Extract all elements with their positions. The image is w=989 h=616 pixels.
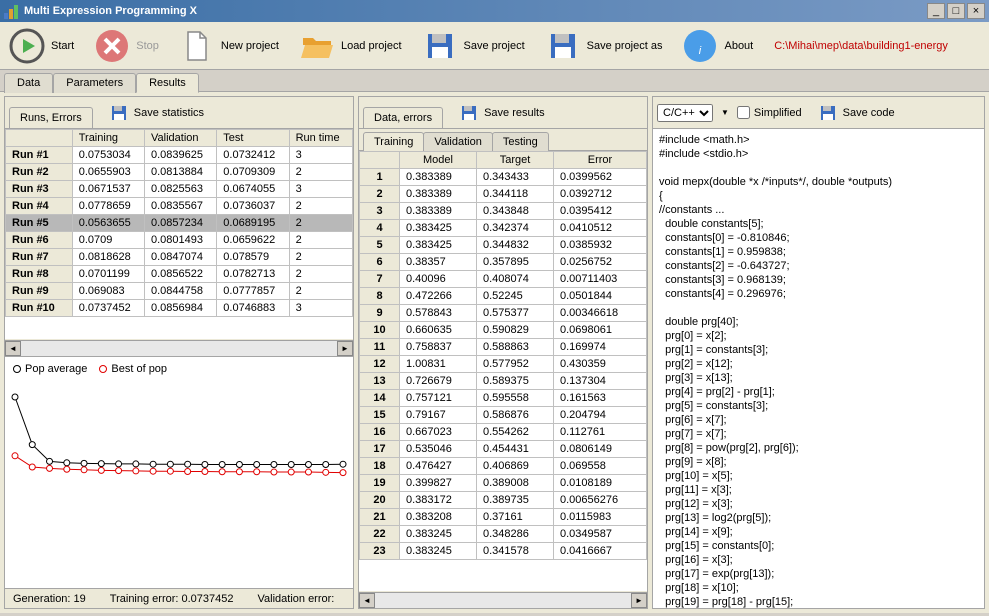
minimize-button[interactable]: _ bbox=[927, 3, 945, 19]
status-bar: Generation: 19 Training error: 0.0737452… bbox=[5, 588, 353, 608]
table-row[interactable]: 70.400960.4080740.00711403 bbox=[360, 271, 647, 288]
table-row[interactable]: 200.3831720.3897350.00656276 bbox=[360, 492, 647, 509]
table-row[interactable]: Run #50.05636550.08572340.06891952 bbox=[6, 215, 353, 232]
table-row[interactable]: 130.7266790.5893750.137304 bbox=[360, 373, 647, 390]
about-button[interactable]: i About bbox=[677, 25, 766, 67]
maximize-button[interactable]: □ bbox=[947, 3, 965, 19]
chart-area: Pop average Best of pop bbox=[5, 356, 353, 588]
table-row[interactable]: 220.3832450.3482860.0349587 bbox=[360, 526, 647, 543]
tab-results[interactable]: Results bbox=[136, 73, 199, 93]
language-select[interactable]: C/C++ bbox=[657, 104, 713, 122]
save-code-button[interactable]: Save code bbox=[808, 100, 906, 126]
table-row[interactable]: 180.4764270.4068690.069558 bbox=[360, 458, 647, 475]
new-project-button[interactable]: New project bbox=[174, 25, 292, 67]
pane-data-errors: Data, errors Save results Training Valid… bbox=[358, 96, 648, 609]
dropdown-icon[interactable]: ▼ bbox=[719, 108, 731, 117]
stop-button[interactable]: Stop bbox=[89, 25, 172, 67]
subtab-training[interactable]: Training bbox=[363, 132, 424, 151]
stop-icon bbox=[94, 28, 130, 64]
main-tabs: Data Parameters Results bbox=[0, 70, 989, 92]
folder-open-icon bbox=[299, 28, 335, 64]
floppy-small-icon bbox=[460, 104, 478, 122]
table-row[interactable]: Run #40.07786590.08355670.07360372 bbox=[6, 198, 353, 215]
table-row[interactable]: Run #60.07090.08014930.06596222 bbox=[6, 232, 353, 249]
floppy-as-icon bbox=[545, 28, 581, 64]
table-row[interactable]: 60.383570.3578950.0256752 bbox=[360, 254, 647, 271]
table-row[interactable]: Run #30.06715370.08255630.06740553 bbox=[6, 181, 353, 198]
load-project-button[interactable]: Load project bbox=[294, 25, 415, 67]
table-row[interactable]: 20.3833890.3441180.0392712 bbox=[360, 186, 647, 203]
data-errors-tab[interactable]: Data, errors bbox=[363, 107, 443, 128]
table-row[interactable]: 121.008310.5779520.430359 bbox=[360, 356, 647, 373]
close-button[interactable]: × bbox=[967, 3, 985, 19]
save-project-button[interactable]: Save project bbox=[417, 25, 538, 67]
table-row[interactable]: Run #80.07011990.08565220.07827132 bbox=[6, 266, 353, 283]
scroll-left-icon[interactable]: ◄ bbox=[359, 593, 375, 608]
save-project-as-button[interactable]: Save project as bbox=[540, 25, 676, 67]
table-row[interactable]: 50.3834250.3448320.0385932 bbox=[360, 237, 647, 254]
toolbar: Start Stop New project Load project Save… bbox=[0, 22, 989, 70]
start-button[interactable]: Start bbox=[4, 25, 87, 67]
runs-errors-tab[interactable]: Runs, Errors bbox=[9, 107, 93, 128]
table-row[interactable]: 230.3832450.3415780.0416667 bbox=[360, 543, 647, 560]
tab-data[interactable]: Data bbox=[4, 73, 53, 93]
subtab-validation[interactable]: Validation bbox=[423, 132, 493, 151]
scroll-right-icon[interactable]: ► bbox=[631, 593, 647, 608]
status-generation: Generation: 19 bbox=[13, 593, 86, 605]
table-row[interactable]: 30.3833890.3438480.0395412 bbox=[360, 203, 647, 220]
table-row[interactable]: 160.6670230.5542620.112761 bbox=[360, 424, 647, 441]
table-row[interactable]: 190.3998270.3890080.0108189 bbox=[360, 475, 647, 492]
table-row[interactable]: 40.3834250.3423740.0410512 bbox=[360, 220, 647, 237]
table-row[interactable]: 10.3833890.3434330.0399562 bbox=[360, 169, 647, 186]
document-icon bbox=[179, 28, 215, 64]
simplified-checkbox[interactable] bbox=[737, 106, 750, 119]
legend-pop-average: Pop average bbox=[13, 363, 87, 375]
titlebar: Multi Expression Programming X _ □ × bbox=[0, 0, 989, 22]
table-row[interactable]: 100.6606350.5908290.0698061 bbox=[360, 322, 647, 339]
pane-code: C/C++ ▼ Simplified Save code #include <m… bbox=[652, 96, 985, 609]
info-icon: i bbox=[682, 28, 718, 64]
table-row[interactable]: 90.5788430.5753770.00346618 bbox=[360, 305, 647, 322]
floppy-small-icon bbox=[110, 104, 128, 122]
table-row[interactable]: Run #100.07374520.08569840.07468833 bbox=[6, 300, 353, 317]
save-statistics-button[interactable]: Save statistics bbox=[99, 100, 215, 126]
pane-runs: Runs, Errors Save statistics Training Va… bbox=[4, 96, 354, 609]
play-icon bbox=[9, 28, 45, 64]
status-training-error: Training error: 0.0737452 bbox=[110, 593, 234, 605]
table-row[interactable]: 110.7588370.5888630.169974 bbox=[360, 339, 647, 356]
table-row[interactable]: 140.7571210.5955580.161563 bbox=[360, 390, 647, 407]
window-title: Multi Expression Programming X bbox=[24, 5, 197, 17]
table-row[interactable]: 170.5350460.4544310.0806149 bbox=[360, 441, 647, 458]
runs-scroll-h[interactable]: ◄ ► bbox=[5, 340, 353, 356]
floppy-small-icon bbox=[819, 104, 837, 122]
table-row[interactable]: 150.791670.5868760.204794 bbox=[360, 407, 647, 424]
table-row[interactable]: Run #20.06559030.08138840.07093092 bbox=[6, 164, 353, 181]
table-row[interactable]: Run #10.07530340.08396250.07324123 bbox=[6, 147, 353, 164]
simplified-checkbox-label[interactable]: Simplified bbox=[737, 106, 802, 119]
scroll-left-icon[interactable]: ◄ bbox=[5, 341, 21, 356]
floppy-icon bbox=[422, 28, 458, 64]
results-table[interactable]: Model Target Error 10.3833890.3434330.03… bbox=[359, 151, 647, 560]
scroll-right-icon[interactable]: ► bbox=[337, 341, 353, 356]
tab-parameters[interactable]: Parameters bbox=[53, 73, 136, 93]
app-icon bbox=[4, 3, 20, 19]
file-path: C:\Mihai\mep\data\building1-energy bbox=[768, 40, 954, 52]
chart-svg bbox=[9, 377, 349, 487]
legend-best-of-pop: Best of pop bbox=[99, 363, 167, 375]
results-scroll-h[interactable]: ◄ ► bbox=[359, 592, 647, 608]
runs-table[interactable]: Training Validation Test Run time Run #1… bbox=[5, 129, 353, 317]
subtab-testing[interactable]: Testing bbox=[492, 132, 549, 151]
code-viewer[interactable]: #include <math.h> #include <stdio.h> voi… bbox=[653, 129, 984, 608]
table-row[interactable]: Run #70.08186280.08470740.0785792 bbox=[6, 249, 353, 266]
table-row[interactable]: 80.4722660.522450.0501844 bbox=[360, 288, 647, 305]
table-row[interactable]: Run #90.0690830.08447580.07778572 bbox=[6, 283, 353, 300]
table-row[interactable]: 210.3832080.371610.0115983 bbox=[360, 509, 647, 526]
save-results-button[interactable]: Save results bbox=[449, 100, 556, 126]
status-validation-error: Validation error: bbox=[258, 593, 335, 605]
